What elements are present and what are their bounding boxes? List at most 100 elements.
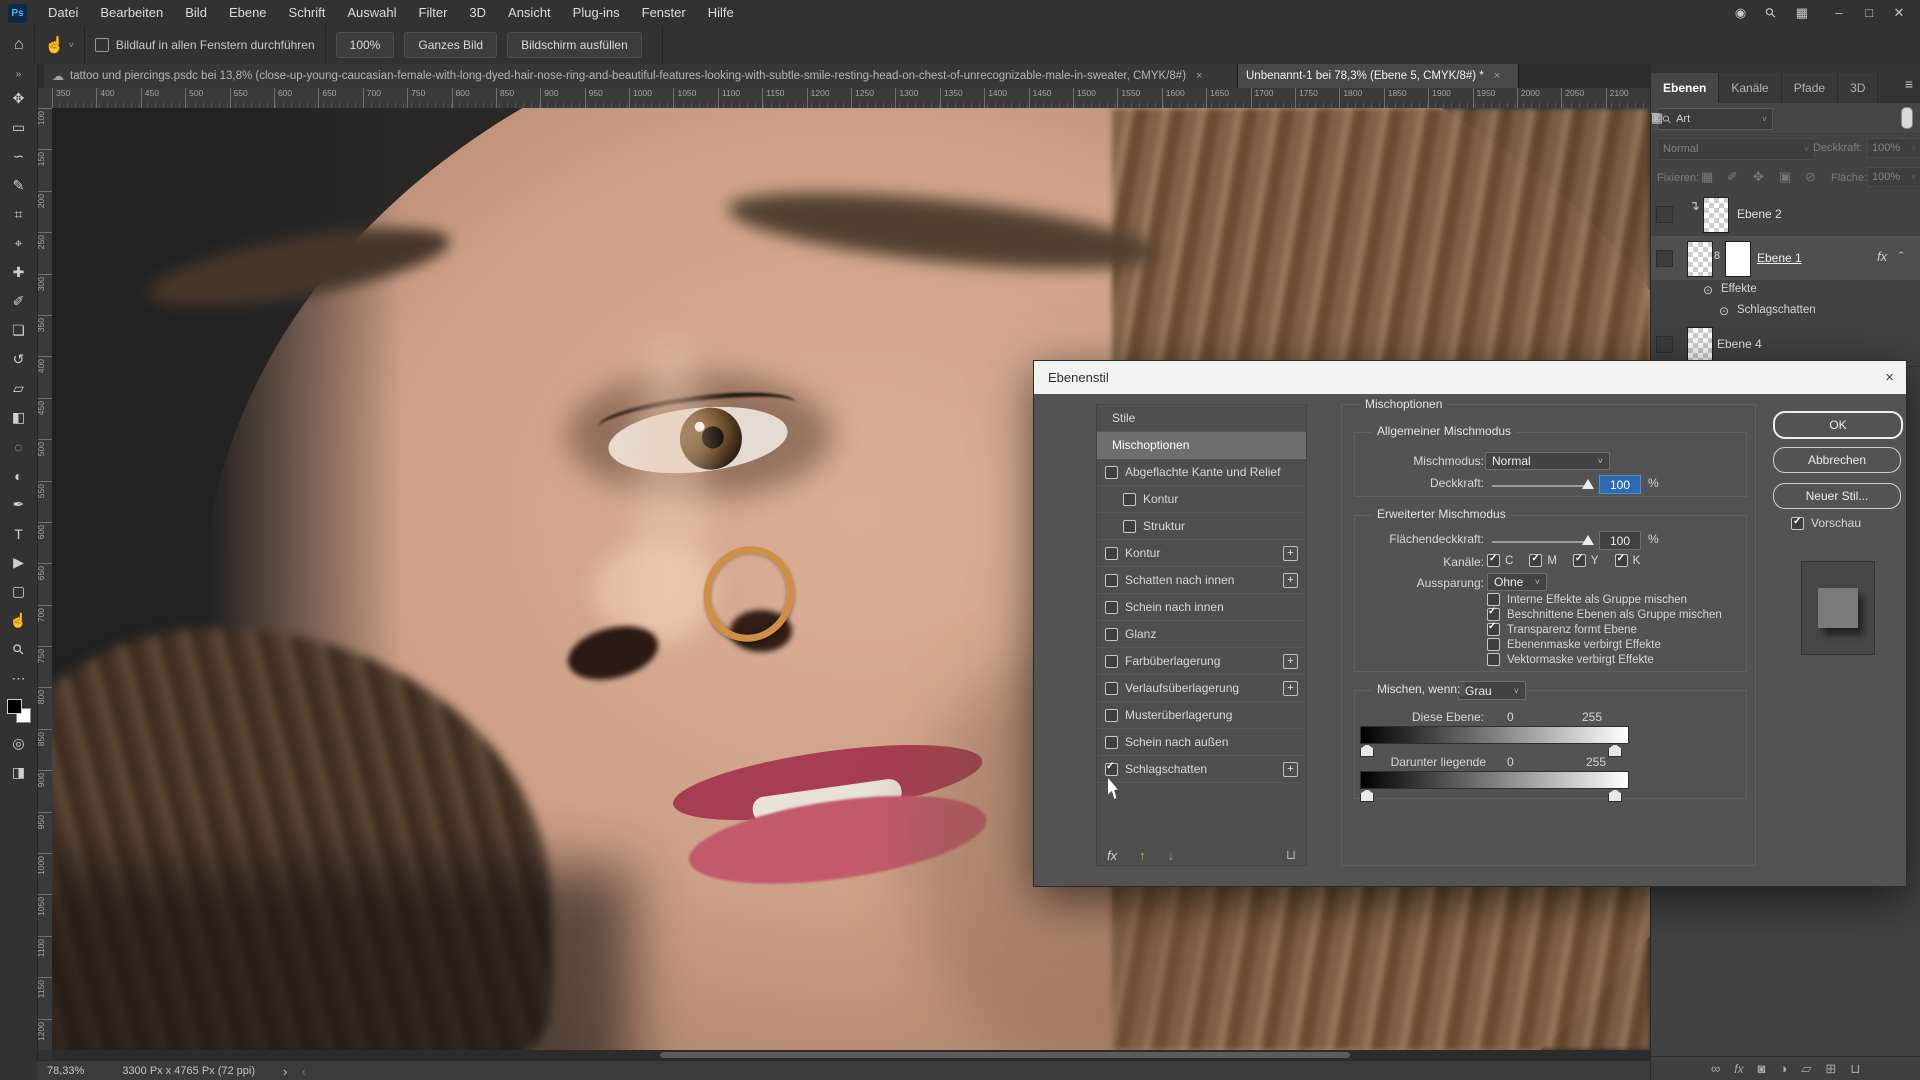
- visibility-toggle[interactable]: [1656, 250, 1673, 267]
- blend-option-checkbox[interactable]: ✓: [1487, 621, 1500, 636]
- blend-option-row[interactable]: ✓ Beschnittene Ebenen als Gruppe mischen: [1487, 606, 1722, 621]
- collapse-effects-icon[interactable]: ˆ: [1899, 249, 1903, 264]
- menu-item-auswahl[interactable]: Auswahl: [336, 0, 407, 26]
- move-effect-down-icon[interactable]: ↓: [1168, 848, 1175, 863]
- style-checkbox[interactable]: ✓: [1105, 465, 1118, 479]
- move-effect-up-icon[interactable]: ↑: [1139, 848, 1146, 863]
- style-list-item[interactable]: ✓ Schein nach außen: [1097, 729, 1306, 756]
- layer-name[interactable]: Ebene 2: [1737, 207, 1782, 221]
- add-effect-icon[interactable]: +: [1283, 572, 1298, 588]
- style-list-item[interactable]: ✓ Mischoptionen: [1097, 432, 1306, 459]
- style-list-item[interactable]: ✓ Stile: [1097, 405, 1306, 432]
- add-effect-fx-icon[interactable]: fx: [1107, 848, 1117, 863]
- opacity-slider[interactable]: [1492, 485, 1592, 487]
- style-checkbox[interactable]: ✓: [1123, 492, 1136, 506]
- layer-name[interactable]: Ebene 4: [1717, 337, 1762, 351]
- move-tool[interactable]: ✥: [0, 84, 37, 113]
- menu-item-ansicht[interactable]: Ansicht: [497, 0, 562, 26]
- horizontal-scrollbar[interactable]: [52, 1050, 1650, 1060]
- status-chevron-right-icon[interactable]: ›: [283, 1064, 287, 1079]
- menu-item-3d[interactable]: 3D: [458, 0, 497, 26]
- layer-thumbnail[interactable]: [1703, 197, 1729, 233]
- fx-badge[interactable]: fx: [1877, 249, 1887, 264]
- opacity-value[interactable]: 100% ˅: [1867, 138, 1920, 158]
- chevron-down-icon[interactable]: ˅: [69, 40, 74, 50]
- style-list-item[interactable]: ✓ Verlaufsüberlagerung +: [1097, 675, 1306, 702]
- style-checkbox[interactable]: ✓: [1105, 546, 1118, 560]
- scrollbar-thumb[interactable]: [660, 1052, 1350, 1058]
- lock-transparency-icon[interactable]: ▦: [1701, 169, 1713, 185]
- style-checkbox[interactable]: ✓: [1105, 761, 1118, 776]
- style-list-item[interactable]: ✓ Kontur +: [1097, 540, 1306, 567]
- lock-pixels-icon[interactable]: ✐: [1727, 169, 1738, 185]
- style-list-item[interactable]: ✓ Struktur: [1097, 513, 1306, 540]
- fill-screen-button[interactable]: Bildschirm ausfüllen: [507, 32, 642, 58]
- healing-brush-tool[interactable]: ✚: [0, 258, 37, 287]
- close-tab-icon[interactable]: ×: [1494, 70, 1500, 82]
- dialog-title-bar[interactable]: Ebenenstil ×: [1034, 361, 1906, 394]
- lasso-tool[interactable]: ∽: [0, 142, 37, 171]
- style-checkbox[interactable]: ✓: [1105, 627, 1118, 641]
- layer-thumbnail[interactable]: [1687, 327, 1713, 363]
- tab-pfade[interactable]: Pfade: [1781, 73, 1839, 103]
- menu-item-ebene[interactable]: Ebene: [218, 0, 278, 26]
- crop-tool[interactable]: ⌗: [0, 200, 37, 229]
- new-layer-icon[interactable]: ⊞: [1825, 1061, 1836, 1077]
- layer-name[interactable]: Ebene 1: [1757, 251, 1802, 265]
- ok-button[interactable]: OK: [1773, 411, 1903, 439]
- shape-tool[interactable]: ▢: [0, 577, 37, 606]
- style-list-item[interactable]: ✓ Schein nach innen: [1097, 594, 1306, 621]
- lock-position-icon[interactable]: ✥: [1753, 169, 1764, 185]
- tab-kanaele[interactable]: Kanäle: [1719, 73, 1782, 103]
- restore-button[interactable]: □: [1858, 5, 1880, 21]
- preview-checkbox[interactable]: [1791, 516, 1804, 530]
- menu-item-plugins[interactable]: Plug-ins: [562, 0, 631, 26]
- gradient-tool[interactable]: ◧: [0, 403, 37, 432]
- fill-value[interactable]: 100% ˅: [1867, 167, 1920, 187]
- style-list-item[interactable]: ✓ Farbüberlagerung +: [1097, 648, 1306, 675]
- style-list-item[interactable]: ✓ Kontur: [1097, 486, 1306, 513]
- zoom-level[interactable]: 78,33%: [47, 1065, 84, 1077]
- minimize-button[interactable]: –: [1828, 5, 1850, 21]
- filter-smart-object-icon[interactable]: ⊘: [1651, 110, 1662, 126]
- preview-row[interactable]: Vorschau: [1791, 516, 1861, 530]
- blend-option-checkbox[interactable]: ✓: [1487, 593, 1500, 606]
- cancel-button[interactable]: Abbrechen: [1773, 447, 1901, 473]
- clone-stamp-tool[interactable]: ❏: [0, 316, 37, 345]
- brush-tool[interactable]: ✐: [0, 287, 37, 316]
- layer-mask-icon[interactable]: ◙: [1758, 1061, 1766, 1076]
- delete-layer-icon[interactable]: ⊔: [1850, 1061, 1860, 1077]
- link-layers-icon[interactable]: ∞: [1711, 1061, 1720, 1076]
- eye-icon[interactable]: ⊙: [1703, 283, 1713, 297]
- channel-checkbox-row[interactable]: Y: [1572, 553, 1599, 567]
- effects-label[interactable]: Effekte: [1721, 283, 1757, 295]
- zoom-100-button[interactable]: 100%: [335, 32, 395, 58]
- style-checkbox[interactable]: ✓: [1105, 681, 1118, 695]
- tab-3d[interactable]: 3D: [1838, 73, 1879, 103]
- style-list-item[interactable]: ✓ Schatten nach innen +: [1097, 567, 1306, 594]
- lock-artboard-icon[interactable]: ▣: [1779, 169, 1791, 185]
- close-button[interactable]: ✕: [1888, 5, 1910, 21]
- blend-option-row[interactable]: ✓ Ebenenmaske verbirgt Effekte: [1487, 638, 1661, 651]
- channel-checkbox-row[interactable]: M: [1529, 553, 1557, 567]
- add-effect-icon[interactable]: +: [1283, 653, 1298, 669]
- type-tool[interactable]: T: [0, 519, 37, 548]
- path-selection-tool[interactable]: ▶: [0, 548, 37, 577]
- close-tab-icon[interactable]: ×: [1196, 70, 1202, 82]
- eyedropper-tool[interactable]: ⌖: [0, 229, 37, 258]
- history-brush-tool[interactable]: ↺: [0, 345, 37, 374]
- panel-menu-icon[interactable]: ≡: [1905, 76, 1913, 92]
- fill-value[interactable]: 100: [1599, 531, 1641, 550]
- blend-option-checkbox[interactable]: ✓: [1487, 606, 1500, 621]
- style-checkbox[interactable]: ✓: [1105, 708, 1118, 722]
- layer-thumbnail[interactable]: [1687, 241, 1713, 277]
- menu-item-hilfe[interactable]: Hilfe: [697, 0, 745, 26]
- channel-checkbox-row[interactable]: K: [1614, 553, 1640, 567]
- effects-row[interactable]: ⊙ Effekte: [1651, 280, 1920, 302]
- knockout-select[interactable]: Ohne ˅: [1487, 573, 1547, 591]
- opacity-value[interactable]: 100: [1599, 475, 1641, 494]
- toolbar-collapse-icon[interactable]: »: [16, 69, 22, 80]
- style-list-item[interactable]: ✓ Musterüberlagerung: [1097, 702, 1306, 729]
- hand-tool-icon[interactable]: ☝: [45, 35, 65, 55]
- effect-label[interactable]: Schlagschatten: [1737, 304, 1816, 316]
